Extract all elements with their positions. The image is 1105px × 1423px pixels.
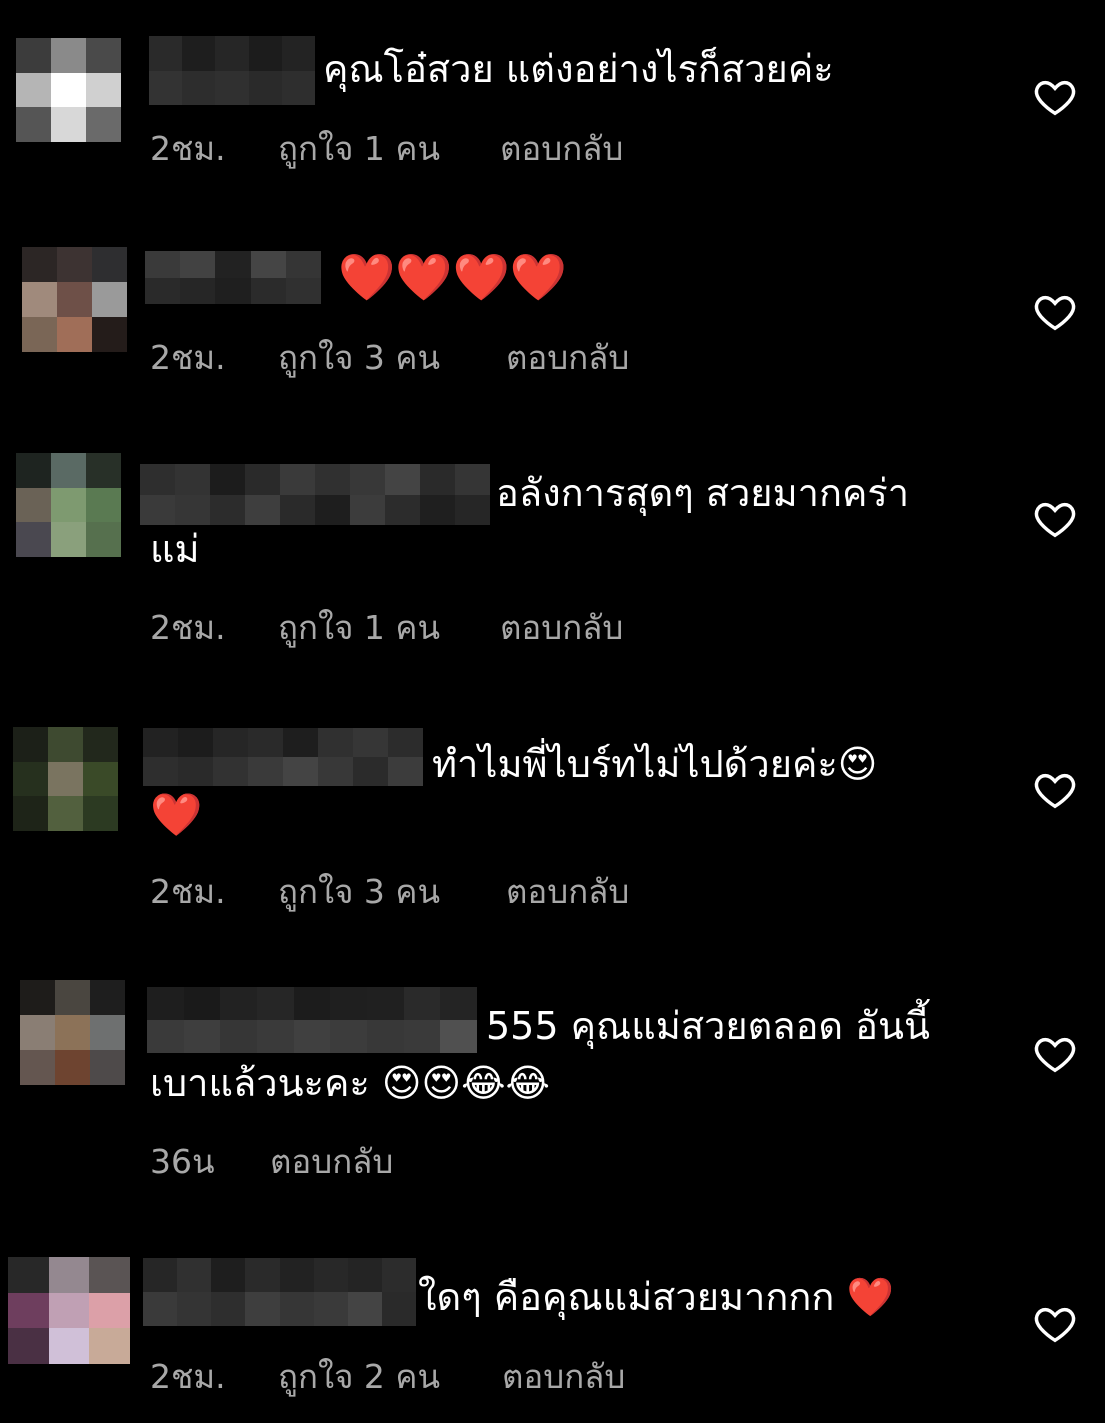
comment-text: อลังการสุดๆ สวยมากคร่า <box>496 471 910 515</box>
avatar[interactable] <box>16 38 121 142</box>
like-heart-icon[interactable] <box>1032 74 1078 120</box>
username-blurred[interactable] <box>145 251 321 304</box>
reply-button[interactable]: ตอบกลับ <box>506 331 629 384</box>
comment-time: 2ชม. <box>150 608 226 647</box>
reply-button[interactable]: ตอบกลับ <box>500 122 623 175</box>
avatar[interactable] <box>16 453 121 557</box>
comment-text-line-2: แม่ <box>150 527 200 571</box>
comment-meta: 2ชม. ถูกใจ 1 คน ตอบกลับ <box>150 601 623 654</box>
likes-count[interactable]: ถูกใจ 1 คน <box>278 601 500 654</box>
comment-meta: 2ชม. ถูกใจ 3 คน ตอบกลับ <box>150 331 629 384</box>
like-heart-icon[interactable] <box>1032 496 1078 542</box>
like-heart-icon[interactable] <box>1032 1301 1078 1347</box>
likes-count[interactable]: ถูกใจ 3 คน <box>278 865 506 918</box>
like-heart-icon[interactable] <box>1032 767 1078 813</box>
comment-text-line-2: เบาแล้วนะคะ 😍😍😂😂 <box>150 1061 550 1105</box>
comment-meta: 2ชม. ถูกใจ 2 คน ตอบกลับ <box>150 1350 625 1403</box>
avatar[interactable] <box>8 1257 130 1364</box>
username-blurred[interactable] <box>149 36 315 105</box>
like-heart-icon[interactable] <box>1032 1031 1078 1077</box>
avatar[interactable] <box>22 247 127 352</box>
reply-button[interactable]: ตอบกลับ <box>270 1135 393 1188</box>
username-blurred[interactable] <box>147 987 477 1053</box>
comment-meta: 36น ตอบกลับ <box>150 1135 393 1188</box>
comment-text: ❤️❤️❤️❤️ <box>338 250 568 304</box>
avatar[interactable] <box>13 727 118 831</box>
comment-meta: 2ชม. ถูกใจ 1 คน ตอบกลับ <box>150 122 623 175</box>
comment-time: 2ชม. <box>150 338 226 377</box>
comment-text: 555 คุณแม่สวยตลอด อันนี้ <box>486 1004 930 1048</box>
comment-time: 36น <box>150 1142 215 1181</box>
comment-text: คุณโอ๋สวย แต่งอย่างไรก็สวยค่ะ <box>323 47 834 91</box>
likes-count[interactable]: ถูกใจ 2 คน <box>278 1350 502 1403</box>
username-blurred[interactable] <box>143 1258 416 1326</box>
username-blurred[interactable] <box>143 728 423 786</box>
comment-text: ใดๆ คือคุณแม่สวยมากกก ❤️ <box>418 1275 894 1319</box>
reply-button[interactable]: ตอบกลับ <box>502 1350 625 1403</box>
comment-meta: 2ชม. ถูกใจ 3 คน ตอบกลับ <box>150 865 629 918</box>
likes-count[interactable]: ถูกใจ 1 คน <box>278 122 500 175</box>
reply-button[interactable]: ตอบกลับ <box>500 601 623 654</box>
comment-time: 2ชม. <box>150 129 226 168</box>
comment-time: 2ชม. <box>150 872 226 911</box>
comment-text: ทำไมพี่ไบร์ทไม่ไปด้วยค่ะ😍 <box>432 742 878 786</box>
comment-time: 2ชม. <box>150 1357 226 1396</box>
username-blurred[interactable] <box>140 464 490 525</box>
comment-text-line-2: ❤️ <box>150 790 203 839</box>
likes-count[interactable]: ถูกใจ 3 คน <box>278 331 506 384</box>
reply-button[interactable]: ตอบกลับ <box>506 865 629 918</box>
avatar[interactable] <box>20 980 125 1085</box>
like-heart-icon[interactable] <box>1032 289 1078 335</box>
